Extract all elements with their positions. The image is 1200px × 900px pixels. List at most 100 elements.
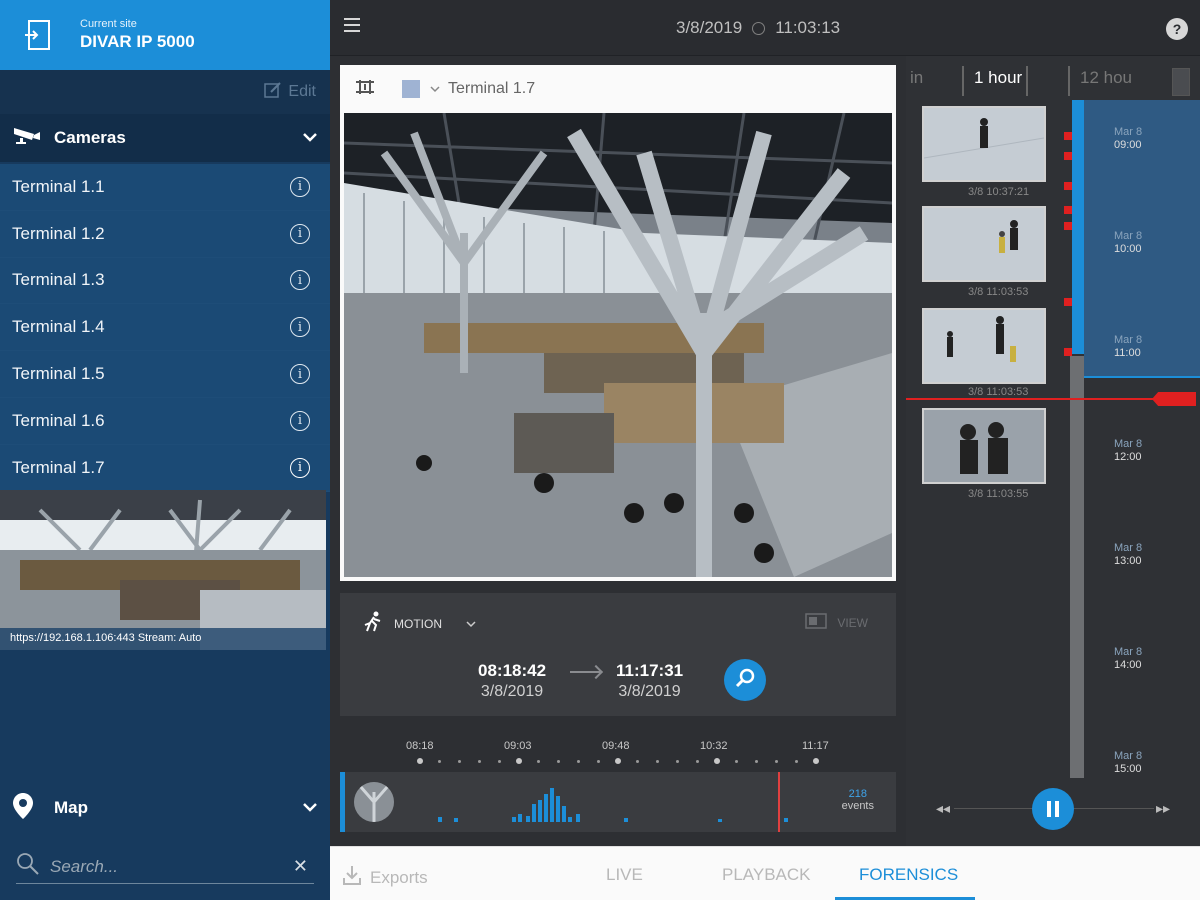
chevron-down-icon[interactable] [302, 129, 318, 147]
cameras-header[interactable]: Cameras [0, 114, 330, 162]
camera-icon [12, 126, 42, 151]
camera-preview[interactable]: https://192.168.1.106:443 Stream: Auto [0, 490, 326, 650]
camera-item[interactable]: Terminal 1.1 i [0, 164, 330, 211]
zoom-12hour-tab[interactable]: 12 hou [1080, 68, 1132, 88]
exports-button[interactable]: Exports [342, 864, 428, 891]
camera-item[interactable]: Terminal 1.5 i [0, 351, 330, 398]
camera-item[interactable]: Terminal 1.6 i [0, 397, 330, 445]
hour-label: Mar 8 15:00 [1114, 750, 1143, 775]
event-marker[interactable] [1064, 182, 1072, 190]
video-feed[interactable] [344, 113, 892, 577]
thumbnail-time: 3/8 10:37:21 [968, 186, 1030, 198]
event-marker[interactable] [1064, 298, 1072, 306]
info-icon[interactable]: i [290, 457, 310, 478]
zoom-1hour-tab[interactable]: 1 hour [974, 68, 1022, 88]
site-label: Current site [80, 18, 137, 30]
histogram-bar [532, 804, 536, 822]
download-icon [342, 864, 362, 891]
info-icon[interactable]: i [290, 317, 310, 338]
event-marker[interactable] [1064, 206, 1072, 214]
start-time-block[interactable]: 08:18:42 3/8/2019 [478, 661, 546, 701]
info-icon[interactable]: i [290, 223, 310, 244]
camera-item-label: Terminal 1.3 [12, 270, 105, 290]
menu-icon[interactable] [344, 18, 360, 32]
timeline-tick [735, 760, 739, 763]
info-icon[interactable]: i [290, 270, 310, 291]
exit-icon[interactable] [18, 15, 58, 55]
histogram-thumbnail[interactable] [354, 782, 394, 822]
rewind-icon[interactable]: ◂◂ [936, 800, 950, 817]
timeline-tick [794, 760, 798, 763]
timeline-track[interactable] [1070, 356, 1084, 778]
event-histogram[interactable]: 218 events [340, 772, 896, 832]
event-thumbnail[interactable] [922, 408, 1046, 484]
timeline-tick [438, 760, 442, 763]
event-thumbnail[interactable] [922, 206, 1046, 282]
event-thumbnail[interactable] [922, 106, 1046, 182]
edit-row: Edit [0, 70, 330, 114]
histogram-bar [526, 816, 530, 822]
histogram-bar [512, 817, 516, 822]
camera-item-label: Terminal 1.7 [12, 457, 105, 477]
timeline-label: 08:18 [406, 740, 434, 752]
end-time: 11:17:31 [616, 661, 684, 680]
motion-selector[interactable]: MOTION [362, 611, 476, 636]
event-marker[interactable] [1064, 348, 1072, 356]
tab-forensics[interactable]: FORENSICS [859, 865, 958, 885]
map-header[interactable]: Map [0, 784, 330, 832]
layout-icon[interactable] [354, 78, 376, 101]
info-icon[interactable]: i [290, 364, 310, 385]
event-marker[interactable] [1064, 132, 1072, 140]
chevron-down-icon[interactable] [466, 617, 476, 631]
end-date: 3/8/2019 [618, 683, 681, 700]
camera-item-selected[interactable]: Terminal 1.7 i [0, 444, 330, 492]
search-input[interactable] [50, 856, 293, 877]
chevron-down-icon[interactable] [430, 80, 440, 98]
fast-forward-icon[interactable]: ▸▸ [1156, 800, 1170, 817]
end-time-block[interactable]: 11:17:31 3/8/2019 [616, 661, 683, 701]
magnifier-icon [734, 667, 756, 694]
info-icon[interactable]: i [290, 410, 310, 431]
chevron-down-icon[interactable] [302, 799, 318, 817]
zoom-stepper[interactable] [1172, 68, 1190, 96]
edit-button[interactable]: Edit [264, 81, 316, 104]
thumbnail-time: 3/8 11:03:55 [968, 488, 1029, 500]
search-button[interactable] [724, 659, 766, 701]
info-icon[interactable]: i [290, 176, 310, 197]
event-marker[interactable] [1064, 222, 1072, 230]
zoom-in-tab[interactable]: in [910, 68, 923, 88]
timeline-tick [596, 760, 600, 763]
motion-label: MOTION [394, 616, 442, 631]
camera-item[interactable]: Terminal 1.4 i [0, 304, 330, 352]
histogram-bar [556, 796, 560, 822]
event-thumbnail[interactable] [922, 308, 1046, 384]
close-icon[interactable]: ✕ [293, 856, 308, 877]
top-bar: 3/8/2019 11:03:13 ? [330, 0, 1200, 56]
timeline-panel: in 1 hour 12 hou 3/8 10:37:21 3/8 11:03:… [906, 56, 1200, 846]
tab-playback[interactable]: PLAYBACK [722, 865, 811, 885]
pause-button[interactable] [1032, 788, 1074, 830]
site-header[interactable]: Current site DIVAR IP 5000 [0, 0, 330, 70]
camera-item[interactable]: Terminal 1.2 i [0, 210, 330, 258]
view-label: VIEW [837, 615, 868, 630]
current-time-handle[interactable] [1152, 392, 1196, 406]
timeline-tick [774, 760, 778, 763]
camera-item[interactable]: Terminal 1.3 i [0, 257, 330, 305]
search-icon [16, 852, 40, 881]
motion-icon [362, 611, 384, 636]
timeline-tick [537, 760, 541, 763]
video-header: Terminal 1.7 [340, 65, 896, 113]
view-button[interactable]: VIEW [805, 613, 868, 632]
histogram-bar [624, 818, 628, 822]
bottom-tabs: Exports LIVE PLAYBACK FORENSICS [330, 846, 1200, 900]
tab-live[interactable]: LIVE [606, 865, 643, 885]
histogram-cursor[interactable] [778, 772, 780, 832]
current-datetime: 3/8/2019 11:03:13 [676, 18, 840, 38]
edit-label: Edit [288, 83, 316, 100]
timeline-tick [656, 760, 660, 763]
timeline-tick [417, 758, 423, 764]
timeline-tick [714, 758, 720, 764]
help-icon[interactable]: ? [1166, 18, 1188, 40]
event-marker[interactable] [1064, 152, 1072, 160]
camera-item-label: Terminal 1.4 [12, 317, 105, 337]
